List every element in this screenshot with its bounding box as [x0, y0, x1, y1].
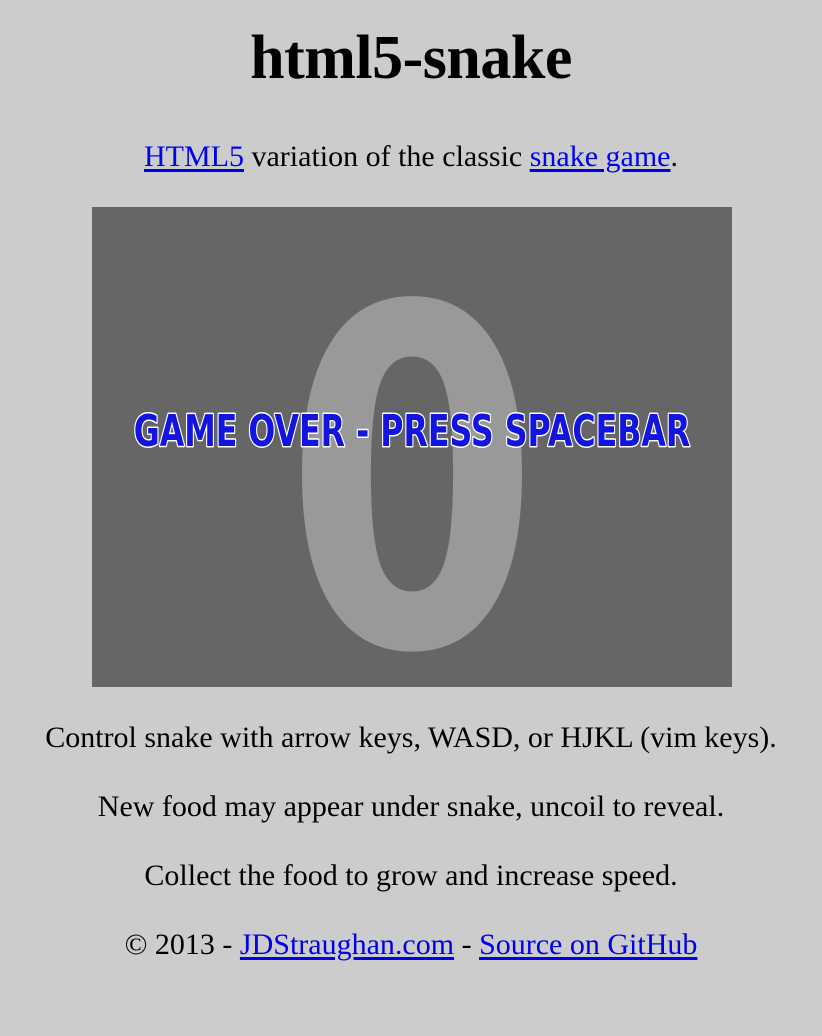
html5-link[interactable]: HTML5 [144, 140, 244, 173]
snake-game-link[interactable]: snake game [530, 140, 671, 173]
instruction-food: New food may appear under snake, uncoil … [97, 790, 725, 823]
instruction-controls: Control snake with arrow keys, WASD, or … [45, 721, 777, 754]
copyright-text: © 2013 - [124, 928, 240, 961]
intro-end-text: . [670, 140, 679, 173]
jdstraughan-link[interactable]: JDStraughan.com [240, 928, 454, 961]
game-canvas[interactable]: 0 GAME OVER - PRESS SPACEBAR [92, 207, 732, 687]
github-source-link[interactable]: Source on GitHub [479, 928, 697, 961]
intro-middle-text: variation of the classic [243, 140, 530, 173]
instruction-grow: Collect the food to grow and increase sp… [144, 859, 678, 892]
footer-separator: - [454, 928, 480, 961]
game-canvas-drawing: 0 GAME OVER - PRESS SPACEBAR [92, 207, 732, 687]
game-over-message: GAME OVER - PRESS SPACEBAR [134, 406, 691, 458]
page-title: html5-snake [250, 24, 572, 92]
intro-text: HTML5 variation of the classic snake gam… [0, 139, 822, 175]
footer: © 2013 - JDStraughan.com - Source on Git… [0, 927, 822, 963]
